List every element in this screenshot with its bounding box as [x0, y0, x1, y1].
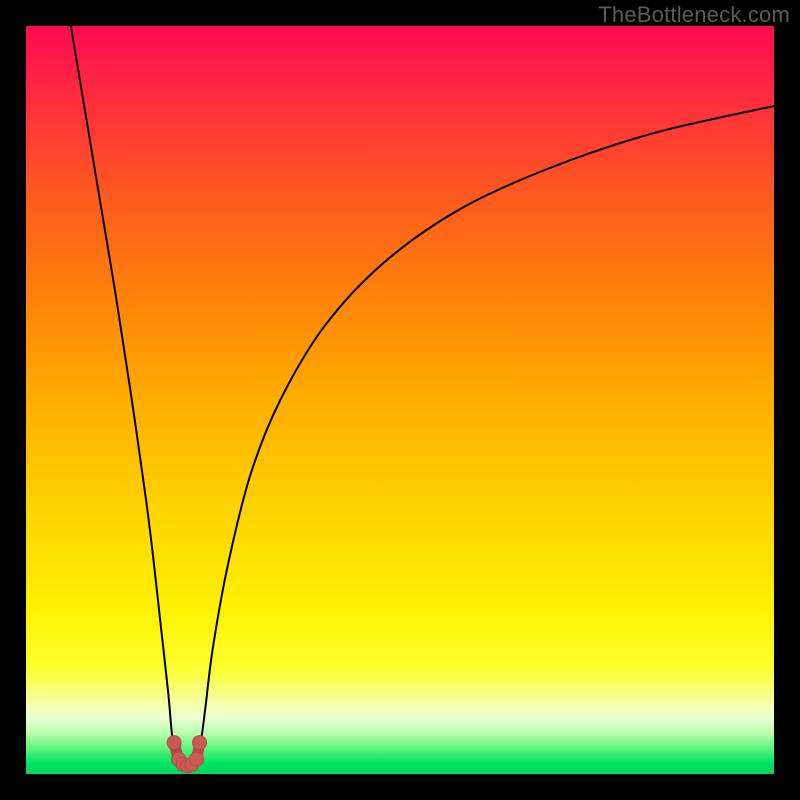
chart-plot-area — [26, 26, 774, 774]
chart-svg — [26, 26, 774, 774]
valley-marker-dot — [167, 736, 181, 750]
chart-frame: TheBottleneck.com — [0, 0, 800, 800]
valley-marker-dot — [193, 736, 207, 750]
watermark-label: TheBottleneck.com — [598, 2, 790, 28]
valley-marker-dot — [190, 752, 204, 766]
gradient-background — [26, 26, 774, 774]
